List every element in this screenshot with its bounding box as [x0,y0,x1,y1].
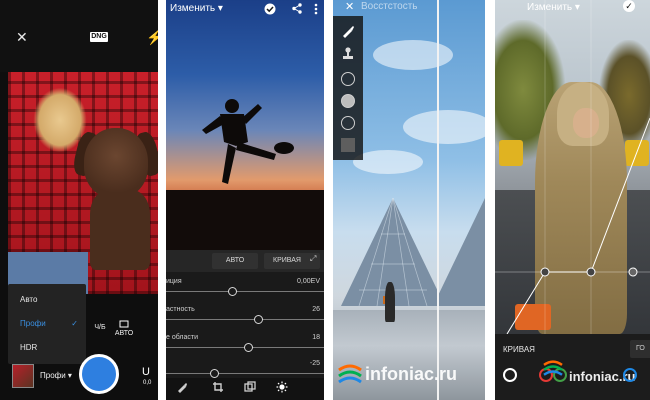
edit-panel: Изменить ▾ АВТО КРИВАЯ ⤢ иция 0,00EV аст… [166,0,324,400]
slider-value: 18 [312,334,320,341]
curve-bottom-bar [495,334,650,400]
frame-icon [119,320,129,328]
heal-panel: ✕ Восстстость infoniac.ru [333,0,485,400]
slider-label: астность [166,306,195,313]
cloud [373,40,453,70]
before-after-divider[interactable] [437,0,439,400]
mode-auto[interactable]: АВТО [114,320,134,337]
slider-track [166,319,324,320]
curve-button-label: КРИВАЯ [273,257,301,264]
mode-bw[interactable]: Ч/Б [90,324,110,331]
stamp-icon[interactable] [341,46,355,60]
menu-item-auto[interactable]: Авто [20,295,37,304]
mode-bw-label: Ч/Б [94,324,106,331]
tone-curve[interactable] [495,0,650,334]
camera-panel: ✕ DNG ⚡ Авто Профи ✓ HDR Ч/Б АВТО Профи … [0,0,158,400]
silhouette-figure [202,99,294,184]
check-circle-icon[interactable] [264,3,276,15]
close-icon[interactable]: ✕ [16,30,28,44]
curve-point[interactable] [540,267,550,277]
crop-icon[interactable] [212,381,224,393]
curve-reset-button[interactable]: ГО [630,340,650,358]
viewfinder-dog-head [84,128,148,198]
slider-label: иция [166,278,182,285]
auto-button[interactable]: АВТО [212,253,258,269]
slider-track [166,291,324,292]
shutter-button[interactable] [79,354,119,394]
slider-track [166,373,324,374]
viewfinder-dog-body [90,190,150,270]
curve-label: КРИВАЯ [503,345,535,354]
dng-badge[interactable]: DNG [90,32,108,42]
curve-point[interactable] [586,267,596,277]
check-icon[interactable]: ✓ [623,0,635,12]
brush-size-small-icon[interactable] [341,72,355,86]
slider-exposure[interactable]: иция 0,00EV [166,278,324,304]
watermark: infoniac.ru [365,364,458,384]
more-icon[interactable] [314,3,318,15]
brush-icon[interactable] [341,24,355,38]
curve-panel: Изменить ▾ ✓ КРИВАЯ ГО infoniac.ru [495,0,650,400]
channel-blue-icon[interactable] [623,368,637,382]
brush-icon[interactable] [176,381,188,393]
mode-selector[interactable]: Профи ▾ [40,371,72,380]
slider-label: е области [166,334,199,341]
slider-contrast[interactable]: астность 26 [166,306,324,332]
brush-size-large-icon[interactable] [341,116,355,130]
slider-highlights[interactable]: е области 18 [166,334,324,360]
expand-icon[interactable]: ⤢ [310,254,316,264]
cloud [353,150,423,174]
share-icon[interactable] [292,3,302,14]
menu-item-hdr[interactable]: HDR [20,343,37,352]
last-photo-thumbnail[interactable] [12,364,34,388]
slider-knob[interactable] [228,287,237,296]
slider-value: 0,00EV [297,278,320,285]
close-icon[interactable]: ✕ [345,0,354,13]
slider-knob[interactable] [244,343,253,352]
layers-icon[interactable] [244,381,256,393]
walker [385,282,395,322]
slider-knob[interactable] [254,315,263,324]
infoniac-logo-icon [338,364,362,384]
flash-icon[interactable]: ⚡ [146,30,158,44]
screenshot-collage: ✕ DNG ⚡ Авто Профи ✓ HDR Ч/Б АВТО Профи … [0,0,650,400]
capture-mode-menu: Авто Профи ✓ HDR [8,284,86,364]
slider-value: -25 [309,360,320,367]
check-icon: ✓ [71,319,78,328]
louvre-plaza [333,310,485,400]
cloud [403,110,485,144]
edit-title[interactable]: Изменить ▾ [527,2,580,13]
heal-toolbar [333,16,363,160]
menu-item-pro[interactable]: Профи [20,319,46,328]
exposure-icon[interactable]: U [142,366,150,378]
channel-rgb-icon[interactable] [503,368,517,382]
curve-point[interactable] [628,267,638,277]
brush-size-medium-icon[interactable] [341,94,355,108]
square-icon[interactable] [341,138,355,152]
infoniac-logo-icon [543,360,563,376]
heal-title: Восстстость [361,1,418,12]
edit-title[interactable]: Изменить ▾ [170,3,223,14]
exposure-value: 0,0 [143,380,152,386]
silhouette-ground [166,190,324,250]
mode-auto-label: АВТО [114,330,134,337]
sun-icon[interactable] [276,381,288,393]
slider-value: 26 [312,306,320,313]
slider-knob[interactable] [210,369,219,378]
